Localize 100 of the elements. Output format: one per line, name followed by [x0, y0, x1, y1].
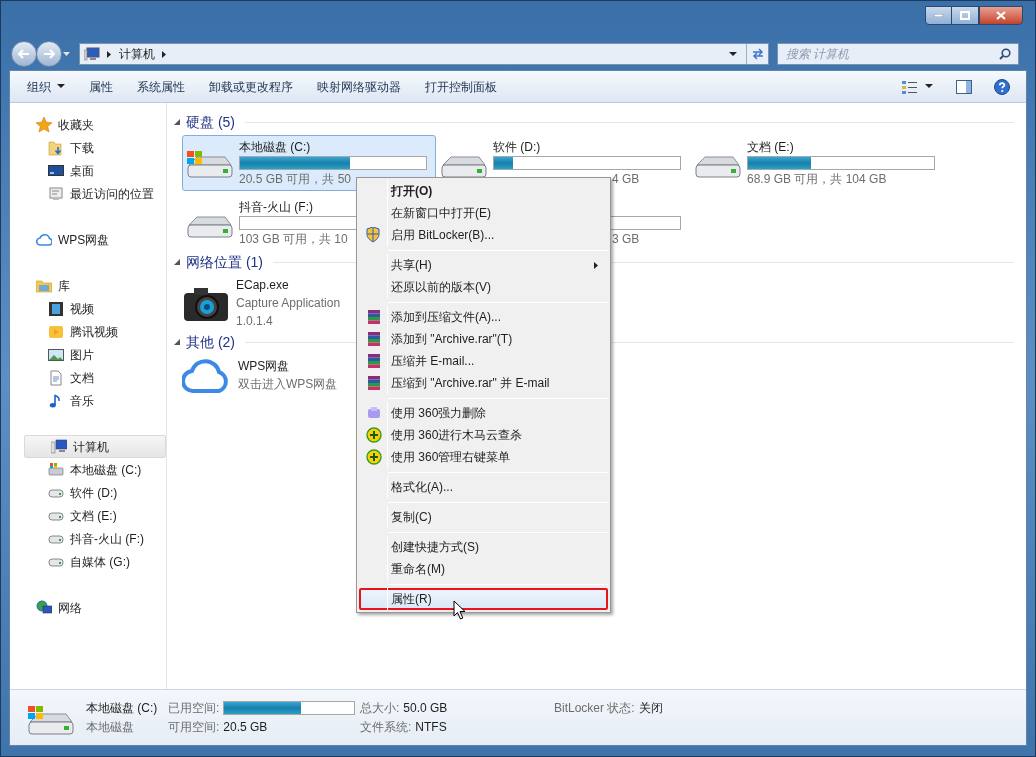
field-value: 20.5 GB	[223, 719, 268, 736]
caret-icon	[925, 84, 934, 89]
breadcrumb-item[interactable]: 计算机	[119, 45, 155, 63]
toolbar-button[interactable]: 系统属性	[130, 74, 192, 99]
menu-item[interactable]: 属性(R)	[359, 588, 608, 610]
collapse-triangle-icon	[174, 339, 180, 345]
menu-item[interactable]: 还原以前的版本(V)	[359, 276, 608, 298]
sidebar-item[interactable]: 本地磁盘 (C:)	[10, 458, 166, 481]
sidebar-item[interactable]: 文档	[10, 366, 166, 389]
drive-tile[interactable]: 文档 (E:) 68.9 GB 可用，共 104 GB	[690, 135, 944, 191]
back-button[interactable]	[11, 41, 37, 67]
refresh-icon	[750, 48, 765, 60]
drive-name: 抖音-火山 (F:)	[239, 198, 313, 216]
menu-item[interactable]: 共享(H)	[359, 254, 608, 276]
drive-info: 20.5 GB 可用，共 50	[239, 170, 352, 188]
folder-icon	[36, 277, 52, 294]
minimize-icon	[934, 14, 943, 17]
toolbar-button[interactable]: 打开控制面板	[418, 74, 504, 99]
sidebar-item[interactable]: 视频	[10, 297, 166, 320]
collapse-triangle-icon	[174, 119, 180, 125]
app-detail: 1.0.1.4	[236, 313, 274, 330]
sidebar-item[interactable]: 抖音-火山 (F:)	[10, 527, 166, 550]
app-name: ECap.exe	[236, 277, 290, 294]
film-icon	[48, 300, 64, 317]
book-stack-icon	[366, 309, 382, 325]
mouse-pointer-icon	[453, 600, 466, 620]
menu-item[interactable]: 压缩到 "Archive.rar" 并 E-mail	[359, 372, 608, 394]
drive-info: 4 GB	[611, 170, 640, 188]
sidebar-item[interactable]: 下载	[10, 136, 166, 159]
video-folder-icon	[48, 323, 64, 340]
menu-item[interactable]: 添加到 "Archive.rar"(T)	[359, 328, 608, 350]
drive-name: 文档 (E:)	[747, 138, 794, 156]
toolbar-button[interactable]: 卸载或更改程序	[202, 74, 300, 99]
book-stack-icon	[366, 375, 382, 391]
field-label: BitLocker 状态:	[554, 700, 635, 717]
sidebar-item[interactable]: 自媒体 (G:)	[10, 550, 166, 573]
sidebar-item[interactable]: WPS网盘	[10, 228, 166, 251]
maximize-icon	[960, 11, 970, 20]
drive-icon	[48, 461, 64, 478]
forward-arrow-icon	[43, 49, 55, 59]
sidebar-item[interactable]: 库	[10, 274, 166, 297]
sidebar-item[interactable]: 图片	[10, 343, 166, 366]
menu-item[interactable]: 在新窗口中打开(E)	[359, 202, 608, 224]
address-bar[interactable]: 计算机	[79, 43, 769, 65]
recent-places-icon	[48, 185, 64, 202]
plus-circle-icon	[366, 449, 382, 465]
menu-item[interactable]: 使用 360强力删除	[359, 402, 608, 424]
menu-item[interactable]: 压缩并 E-mail...	[359, 350, 608, 372]
close-button[interactable]	[979, 6, 1023, 25]
menu-item[interactable]: 重命名(M)	[359, 558, 608, 580]
preview-pane-icon	[956, 79, 972, 94]
forward-button[interactable]	[36, 41, 62, 67]
field-label: 总大小:	[360, 700, 400, 717]
minimize-button[interactable]	[925, 6, 952, 25]
sidebar-item[interactable]: 音乐	[10, 389, 166, 412]
menu-item[interactable]: 使用 360管理右键菜单	[359, 446, 608, 468]
menu-item[interactable]: 格式化(A)...	[359, 476, 608, 498]
drive-name: 软件 (D:)	[493, 138, 541, 156]
sidebar-item[interactable]: 最近访问的位置	[10, 182, 166, 205]
menu-item[interactable]: 创建快捷方式(S)	[359, 536, 608, 558]
menu-item[interactable]: 添加到压缩文件(A)...	[359, 306, 608, 328]
toolbar-button[interactable]: 组织	[20, 74, 72, 99]
back-arrow-icon	[18, 49, 30, 59]
sidebar-item[interactable]: 文档 (E:)	[10, 504, 166, 527]
computer-icon	[84, 47, 100, 61]
sidebar-item[interactable]: 网络	[10, 596, 166, 619]
shield-icon	[366, 227, 382, 243]
plus-circle-icon	[366, 427, 382, 443]
menu-item[interactable]: 启用 BitLocker(B)...	[359, 224, 608, 246]
menu-item[interactable]: 使用 360进行木马云查杀	[359, 424, 608, 446]
cloud-icon	[36, 231, 52, 248]
app-name: WPS网盘	[238, 358, 291, 375]
download-folder-icon	[48, 139, 64, 156]
search-icon	[999, 48, 1011, 60]
sidebar-item[interactable]: 桌面	[10, 159, 166, 182]
section-title[interactable]: 硬盘 (5)	[186, 111, 235, 133]
drive-info: 3 GB	[611, 230, 640, 248]
drive-name: 本地磁盘 (C:)	[239, 138, 311, 156]
computer-icon	[51, 438, 67, 455]
app-detail: Capture Application	[236, 295, 341, 312]
section-title[interactable]: 网络位置 (1)	[186, 251, 263, 273]
caret-icon[interactable]	[63, 51, 71, 57]
sidebar-item[interactable]: 收藏夹	[10, 113, 166, 136]
toolbar-button[interactable]: 映射网络驱动器	[310, 74, 408, 99]
collapse-triangle-icon	[174, 259, 180, 265]
field-value: 关闭	[638, 700, 663, 717]
sidebar-item[interactable]: 软件 (D:)	[10, 481, 166, 504]
dropdown-icon[interactable]	[729, 51, 738, 57]
maximize-button[interactable]	[952, 6, 979, 25]
menu-item[interactable]: 复制(C)	[359, 506, 608, 528]
book-stack-icon	[366, 353, 382, 369]
sidebar-item[interactable]: 腾讯视频	[10, 320, 166, 343]
field-label: 已用空间:	[168, 700, 220, 717]
sidebar-item[interactable]: 计算机	[24, 435, 166, 458]
document-icon	[48, 369, 64, 386]
search-field[interactable]: 搜索 计算机	[777, 43, 1019, 65]
caret-icon	[57, 84, 65, 89]
toolbar-button[interactable]: 属性	[82, 74, 120, 99]
view-list-icon	[902, 79, 917, 94]
section-title[interactable]: 其他 (2)	[186, 331, 235, 353]
